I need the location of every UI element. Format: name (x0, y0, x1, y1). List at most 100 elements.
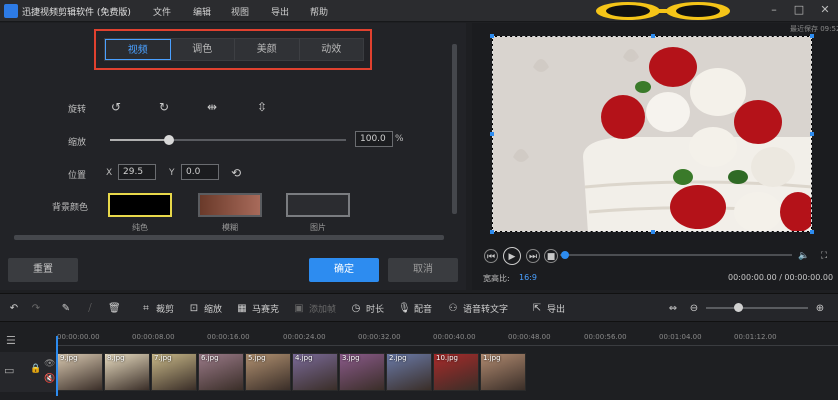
dub-label: 配音 (414, 304, 433, 315)
menu-view[interactable]: 视图 (231, 5, 249, 18)
redo-icon[interactable]: ↷ (30, 301, 46, 315)
undo-icon[interactable]: ↶ (8, 301, 24, 315)
timeline-clip[interactable]: 10.jpg (433, 353, 479, 391)
flip-vertical-icon[interactable]: ⇳ (254, 99, 270, 115)
menu-help[interactable]: 帮助 (310, 5, 328, 18)
duration-label: 时长 (366, 304, 385, 315)
delete-icon[interactable]: 🗑 (108, 301, 124, 315)
timeline-clip[interactable]: 1.jpg (480, 353, 526, 391)
rotate-right-icon[interactable]: ↻ (156, 99, 172, 115)
scale-input[interactable]: 100.0 (355, 131, 393, 147)
background-blur-swatch[interactable] (198, 193, 262, 217)
preview-canvas[interactable] (492, 36, 812, 232)
close-icon[interactable]: ✕ (819, 4, 831, 16)
resize-handle[interactable] (651, 230, 655, 234)
timeline-clip[interactable]: 8.jpg (104, 353, 150, 391)
resize-handle[interactable] (490, 34, 494, 38)
track-menu-icon[interactable]: ☰ (6, 334, 16, 347)
tab-video[interactable]: 视频 (105, 39, 171, 60)
timeline-ruler[interactable] (56, 345, 838, 346)
timeline-clip[interactable]: 6.jpg (198, 353, 244, 391)
menu-export[interactable]: 导出 (271, 5, 289, 18)
lock-icon[interactable]: 🔒 (30, 364, 41, 374)
reset-button[interactable]: 重置 (8, 258, 78, 282)
fit-timeline-icon[interactable]: ⇔ (667, 301, 683, 315)
background-color-label: 背景颜色 (52, 203, 89, 213)
add-frame-button[interactable]: ▣ 添加帧 (293, 301, 336, 315)
background-image-swatch[interactable] (286, 193, 350, 217)
timeline-clip[interactable]: 4.jpg (292, 353, 338, 391)
maximize-icon[interactable]: □ (793, 4, 805, 16)
mute-icon[interactable]: 🔇 (44, 374, 55, 384)
horizontal-scrollbar[interactable] (14, 235, 444, 240)
aspect-ratio-label: 宽高比: (483, 274, 510, 283)
y-input[interactable]: 0.0 (181, 164, 219, 180)
timeline-clip[interactable]: 5.jpg (245, 353, 291, 391)
scale-label: 缩放 (68, 138, 87, 148)
speech-to-text-button[interactable]: ⚇ 语音转文字 (447, 301, 509, 315)
playback-progress-thumb[interactable] (561, 251, 569, 259)
resize-handle[interactable] (810, 34, 814, 38)
timeline-zoom-thumb[interactable] (734, 303, 743, 312)
timeline-clip[interactable]: 2.jpg (386, 353, 432, 391)
tab-motion[interactable]: 动效 (300, 39, 364, 60)
split-icon[interactable]: ⧸ (84, 301, 100, 315)
app-logo-icon (4, 4, 18, 18)
cake-image (493, 37, 811, 231)
resize-handle[interactable] (490, 132, 494, 136)
timeline-zoom-track[interactable] (706, 307, 808, 309)
clip-label: 8.jpg (107, 354, 125, 362)
vertical-scrollbar[interactable] (452, 44, 457, 214)
zoom-icon: ⊡ (189, 302, 199, 314)
tick-label: 00:00:24.00 (283, 333, 326, 341)
reset-position-icon[interactable]: ⟲ (228, 165, 244, 181)
menu-file[interactable]: 文件 (153, 5, 171, 18)
resize-handle[interactable] (810, 132, 814, 136)
eye-icon[interactable]: 👁 (44, 359, 55, 369)
zoom-button[interactable]: ⊡ 缩放 (188, 301, 222, 315)
resize-handle[interactable] (490, 230, 494, 234)
clip-label: 7.jpg (154, 354, 172, 362)
crop-button[interactable]: ⌗ 裁剪 (140, 301, 174, 315)
cancel-button[interactable]: 取消 (388, 258, 458, 282)
tab-beauty[interactable]: 美颜 (235, 39, 300, 60)
duration-button[interactable]: ◷ 时长 (350, 301, 384, 315)
playback-progress-track[interactable] (560, 254, 792, 256)
resize-handle[interactable] (651, 34, 655, 38)
next-frame-icon[interactable]: ⏭ (526, 249, 540, 263)
tick-label: 00:01:12.00 (734, 333, 777, 341)
scale-slider-fill (110, 139, 169, 141)
volume-icon[interactable]: 🔈 (797, 249, 811, 263)
zoom-in-icon[interactable]: ⊕ (814, 301, 830, 315)
confirm-button[interactable]: 确定 (309, 258, 379, 282)
tick-label: 00:00:00.00 (57, 333, 100, 341)
mosaic-button[interactable]: ▦ 马赛克 (236, 301, 279, 315)
play-icon[interactable]: ▶ (503, 247, 521, 265)
x-input[interactable]: 29.5 (118, 164, 156, 180)
export-button[interactable]: ⇱ 导出 (531, 301, 565, 315)
timeline-clip[interactable]: 9.jpg (57, 353, 103, 391)
menu-edit[interactable]: 编辑 (193, 5, 211, 18)
speech-icon: ⚇ (448, 302, 458, 314)
timeline-clip[interactable]: 7.jpg (151, 353, 197, 391)
fullscreen-icon[interactable]: ⛶ (817, 249, 831, 263)
rotate-left-icon[interactable]: ↺ (108, 99, 124, 115)
resize-handle[interactable] (810, 230, 814, 234)
background-solid-swatch[interactable] (108, 193, 172, 217)
aspect-ratio-value[interactable]: 16:9 (519, 273, 537, 282)
zoom-label: 缩放 (204, 304, 223, 315)
zoom-out-icon[interactable]: ⊖ (688, 301, 704, 315)
stop-icon[interactable]: ■ (544, 249, 558, 263)
flip-horizontal-icon[interactable]: ⇹ (204, 99, 220, 115)
edit-icon[interactable]: ✎ (60, 301, 76, 315)
tick-label: 00:00:56.00 (584, 333, 627, 341)
playhead[interactable] (56, 336, 58, 396)
previous-frame-icon[interactable]: ⏮ (484, 249, 498, 263)
timeline-clip[interactable]: 3.jpg (339, 353, 385, 391)
minimize-icon[interactable]: – (768, 4, 780, 16)
tab-color[interactable]: 调色 (171, 39, 235, 60)
scale-unit: % (395, 134, 404, 144)
scale-slider-thumb[interactable] (164, 135, 174, 145)
dub-button[interactable]: 🎙 配音 (398, 301, 432, 315)
film-icon: ▭ (4, 364, 15, 377)
